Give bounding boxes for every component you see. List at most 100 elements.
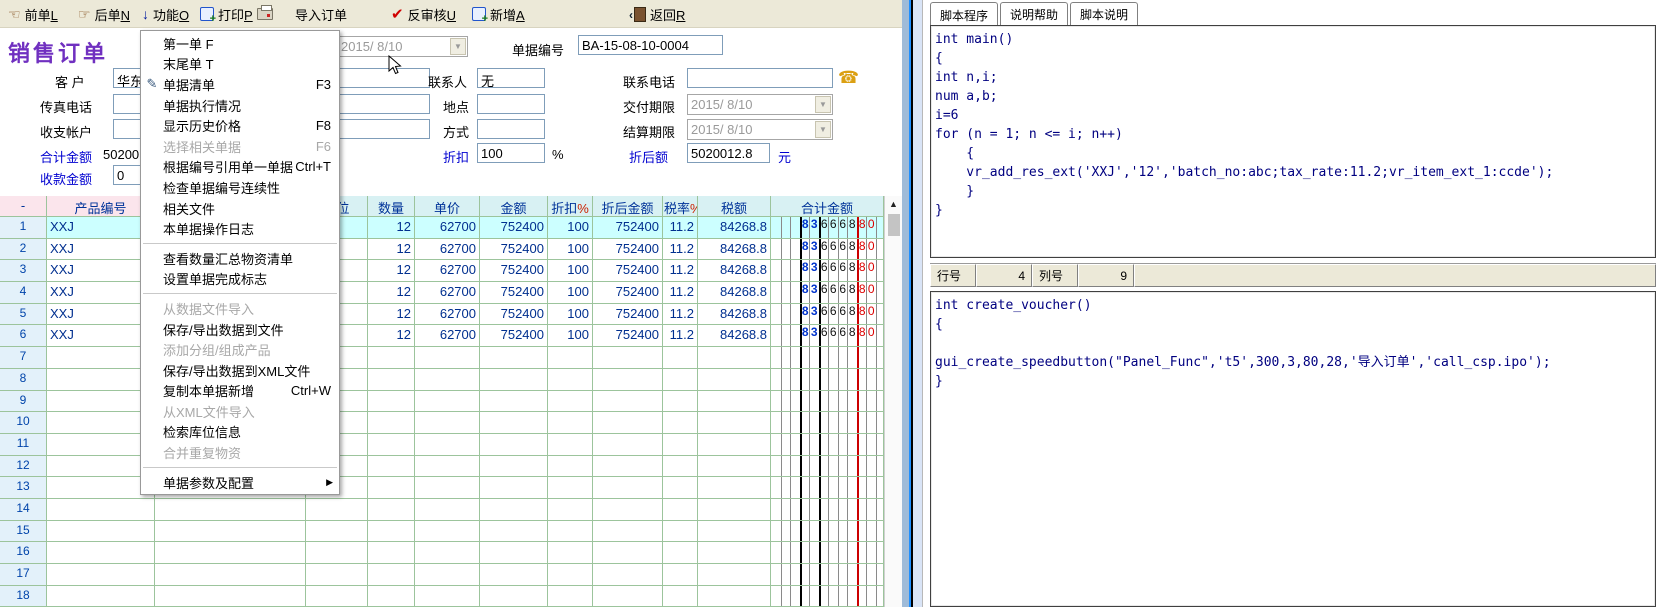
cell-amount[interactable]: 752400: [480, 260, 548, 282]
cell-tax_rate[interactable]: 11.2: [663, 282, 698, 304]
printer-icon[interactable]: [257, 8, 273, 20]
script-code-editor[interactable]: int main(){int n,i;num a,b;i=6for (n = 1…: [930, 25, 1656, 258]
cell-code[interactable]: [47, 499, 155, 521]
cell-tax[interactable]: 84268.8: [698, 260, 771, 282]
menu-item[interactable]: 本单据操作日志: [141, 218, 339, 239]
menu-item[interactable]: ✎单据清单F3: [141, 74, 339, 95]
cell-tax_rate[interactable]: 11.2: [663, 304, 698, 326]
table-row[interactable]: 6XXJ126270075240010075240011.284268.8836…: [0, 325, 884, 347]
cell-amount[interactable]: 752400: [480, 325, 548, 347]
cell-price[interactable]: [415, 542, 480, 564]
total-amount-digit-grid[interactable]: [771, 521, 884, 543]
cell-tax_rate[interactable]: [663, 456, 698, 478]
column-header-price[interactable]: 单价: [415, 196, 480, 217]
menu-item[interactable]: 单据参数及配置▶: [141, 472, 339, 493]
tab-help[interactable]: 说明帮助: [1000, 2, 1068, 25]
table-row[interactable]: 3XXJ126270075240010075240011.284268.8836…: [0, 260, 884, 282]
method-field[interactable]: [477, 119, 545, 139]
cell-amount[interactable]: [480, 499, 548, 521]
phone-field[interactable]: [687, 68, 833, 88]
total-amount-digit-grid[interactable]: 83666880: [771, 217, 884, 239]
cell-tax[interactable]: [698, 586, 771, 607]
column-header-disc[interactable]: 折扣%: [548, 196, 593, 217]
total-amount-digit-grid[interactable]: [771, 542, 884, 564]
cell-disc[interactable]: [548, 434, 593, 456]
cell-amount[interactable]: [480, 391, 548, 413]
table-row[interactable]: 2XXJ126270075240010075240011.284268.8836…: [0, 239, 884, 261]
print-button[interactable]: 打印P: [200, 3, 273, 25]
cell-amount[interactable]: [480, 434, 548, 456]
cell-tax[interactable]: 84268.8: [698, 239, 771, 261]
telephone-icon[interactable]: ☎: [838, 68, 859, 88]
menu-item[interactable]: 保存/导出数据到XML文件: [141, 360, 339, 381]
doc-no-field[interactable]: BA-15-08-10-0004: [578, 35, 723, 55]
import-order-button[interactable]: 导入订单: [295, 3, 347, 25]
new-doc-button[interactable]: 新增A: [472, 3, 525, 25]
cell-tax[interactable]: [698, 564, 771, 586]
table-row[interactable]: 7: [0, 347, 884, 369]
cell-tax[interactable]: [698, 456, 771, 478]
cell-qty[interactable]: [368, 434, 415, 456]
delivery-date-combo[interactable]: 2015/ 8/10▼: [687, 94, 833, 115]
cell-c4[interactable]: [306, 564, 368, 586]
cell-code[interactable]: XXJ: [47, 260, 155, 282]
cell-disc_amount[interactable]: 752400: [593, 239, 663, 261]
cell-code[interactable]: XXJ: [47, 304, 155, 326]
cell-amount[interactable]: 752400: [480, 304, 548, 326]
cell-price[interactable]: 62700: [415, 325, 480, 347]
after-discount-field[interactable]: 5020012.8: [687, 143, 770, 163]
column-header-total[interactable]: 合计金额: [771, 196, 884, 217]
cell-code[interactable]: [47, 347, 155, 369]
cell-c3[interactable]: [155, 499, 306, 521]
tab-script-program[interactable]: 脚本程序: [930, 2, 998, 26]
cell-qty[interactable]: [368, 542, 415, 564]
column-header-amount[interactable]: 金额: [480, 196, 548, 217]
cell-price[interactable]: [415, 477, 480, 499]
cell-qty[interactable]: 12: [368, 217, 415, 239]
cell-tax_rate[interactable]: [663, 434, 698, 456]
cell-qty[interactable]: [368, 391, 415, 413]
grid-vertical-scrollbar[interactable]: ▲: [884, 196, 902, 607]
table-row[interactable]: 12: [0, 456, 884, 478]
total-amount-digit-grid[interactable]: 83666880: [771, 325, 884, 347]
total-amount-digit-grid[interactable]: [771, 391, 884, 413]
cell-amount[interactable]: [480, 477, 548, 499]
cell-disc_amount[interactable]: 752400: [593, 325, 663, 347]
total-amount-digit-grid[interactable]: 83666880: [771, 239, 884, 261]
cell-disc[interactable]: [548, 477, 593, 499]
cell-tax[interactable]: 84268.8: [698, 325, 771, 347]
total-amount-digit-grid[interactable]: [771, 369, 884, 391]
cell-price[interactable]: [415, 434, 480, 456]
cell-tax_rate[interactable]: [663, 477, 698, 499]
total-amount-digit-grid[interactable]: [771, 456, 884, 478]
cell-tax[interactable]: [698, 542, 771, 564]
table-row[interactable]: 17: [0, 564, 884, 586]
table-row[interactable]: 16: [0, 542, 884, 564]
place-field[interactable]: [477, 94, 545, 114]
cell-disc_amount[interactable]: [593, 542, 663, 564]
total-amount-digit-grid[interactable]: 83666880: [771, 304, 884, 326]
row-number-cell[interactable]: 7: [0, 347, 47, 369]
cell-tax_rate[interactable]: [663, 412, 698, 434]
cell-c3[interactable]: [155, 542, 306, 564]
total-amount-digit-grid[interactable]: 83666880: [771, 282, 884, 304]
total-amount-digit-grid[interactable]: [771, 499, 884, 521]
cell-qty[interactable]: [368, 412, 415, 434]
row-number-cell[interactable]: 15: [0, 521, 47, 543]
cell-disc_amount[interactable]: 752400: [593, 282, 663, 304]
table-row[interactable]: 15: [0, 521, 884, 543]
cell-code[interactable]: [47, 586, 155, 607]
cell-tax_rate[interactable]: [663, 499, 698, 521]
cell-price[interactable]: [415, 564, 480, 586]
cell-qty[interactable]: [368, 499, 415, 521]
cell-amount[interactable]: 752400: [480, 282, 548, 304]
cell-tax_rate[interactable]: [663, 521, 698, 543]
cell-tax_rate[interactable]: [663, 391, 698, 413]
table-row[interactable]: 5XXJ126270075240010075240011.284268.8836…: [0, 304, 884, 326]
column-header-qty[interactable]: 数量: [368, 196, 415, 217]
cell-price[interactable]: 62700: [415, 260, 480, 282]
cell-disc_amount[interactable]: 752400: [593, 304, 663, 326]
row-number-cell[interactable]: 2: [0, 239, 47, 261]
cell-tax_rate[interactable]: 11.2: [663, 260, 698, 282]
cell-c3[interactable]: [155, 521, 306, 543]
